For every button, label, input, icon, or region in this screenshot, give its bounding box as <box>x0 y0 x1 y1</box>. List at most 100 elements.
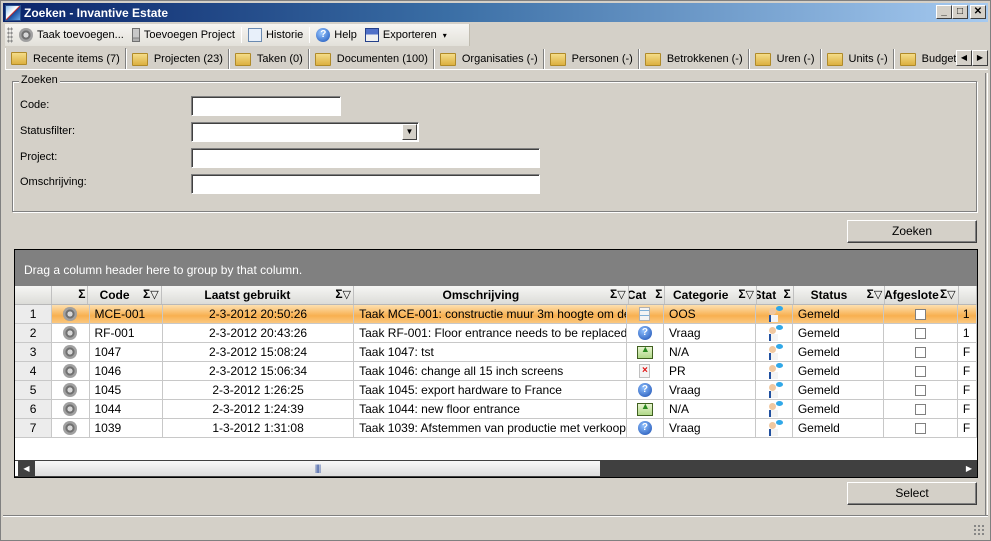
maximize-button[interactable]: □ <box>952 5 968 19</box>
tab-stakeholders[interactable]: Betrokkenen (-) <box>638 49 749 69</box>
group-by-area[interactable]: Drag a column header here to group by th… <box>15 250 977 286</box>
sum-icon[interactable]: Σ <box>738 287 745 301</box>
last-used-cell: 2-3-2012 15:08:24 <box>163 343 355 361</box>
filter-icon[interactable]: ▽ <box>874 289 882 301</box>
help-button[interactable]: ? Help <box>312 25 361 45</box>
table-row[interactable]: 3 10472-3-2012 15:08:24Taak 1047: tst N/A G… <box>15 343 977 362</box>
code-cell: MCE-001 <box>90 305 163 323</box>
tab-organisations[interactable]: Organisaties (-) <box>433 49 544 69</box>
code-cell: 1046 <box>90 362 163 380</box>
tab-label: Betrokkenen (-) <box>666 53 743 65</box>
closed-checkbox[interactable] <box>915 384 927 396</box>
tab-documents[interactable]: Documenten (100) <box>308 49 434 69</box>
folder-upload-icon <box>636 401 653 416</box>
person-folder-icon <box>549 52 566 66</box>
tab-scroll-left-button[interactable]: ◀ <box>956 50 972 66</box>
toolbar-grip-icon[interactable] <box>7 27 13 43</box>
select-button[interactable]: Select <box>847 482 977 505</box>
sum-icon[interactable]: Σ <box>784 287 791 301</box>
window-title: Zoeken - Invantive Estate <box>24 5 169 20</box>
closed-checkbox[interactable] <box>915 327 927 339</box>
scroll-left-icon[interactable]: ◀ <box>15 461 35 476</box>
column-header-stat[interactable]: Stat Σ <box>757 286 794 304</box>
column-header-code[interactable]: Code Σ▽ <box>88 286 162 304</box>
sum-icon[interactable]: Σ <box>335 287 342 301</box>
tab-persons[interactable]: Personen (-) <box>543 49 639 69</box>
status-cell: Gemeld <box>793 419 885 437</box>
gear-icon <box>63 364 78 378</box>
last-used-cell: 2-3-2012 15:06:34 <box>163 362 355 380</box>
sum-icon[interactable]: Σ <box>867 287 874 301</box>
table-row[interactable]: 4 1046 2-3-2012 15:06:34 Taak 1046: change … <box>15 362 977 381</box>
column-header-category[interactable]: Categorie Σ▽ <box>665 286 757 304</box>
scrollbar-thumb[interactable]: |||| <box>35 461 600 476</box>
star-folder-icon <box>11 52 27 65</box>
column-header-type[interactable]: Σ <box>52 286 89 304</box>
code-cell: 1044 <box>90 400 163 418</box>
column-header-cat[interactable]: Cat Σ <box>629 286 666 304</box>
table-row[interactable]: 2 RF-001 2-3-2012 20:43:26 Taak RF-001: Flo… <box>15 324 977 343</box>
closed-checkbox[interactable] <box>915 422 927 434</box>
category-cell: Vraag <box>664 324 756 342</box>
closed-checkbox[interactable] <box>915 346 927 358</box>
minimize-button[interactable]: _ <box>936 5 952 19</box>
omschrijving-input[interactable] <box>191 174 540 194</box>
sum-icon[interactable]: Σ <box>655 287 662 301</box>
table-row[interactable]: 7 1039 1-3-2012 1:31:08 Taak 1039: Afstemme… <box>15 419 977 438</box>
table-row[interactable]: 5 1045 2-3-2012 1:26:25 Taak 1045: export h… <box>15 381 977 400</box>
table-row[interactable]: 6 1044 2-3-2012 1:24:39 Taak 1044: new floo… <box>15 400 977 419</box>
add-task-button[interactable]: Taak toevoegen... <box>15 25 128 45</box>
row-number: 4 <box>15 362 53 380</box>
code-input[interactable] <box>191 96 341 116</box>
filter-icon[interactable]: ▽ <box>617 289 625 301</box>
last-used-cell: 2-3-2012 1:26:25 <box>163 381 355 399</box>
column-header-extra[interactable] <box>959 286 977 304</box>
table-row[interactable]: 1 MCE-001 2-3-2012 20:50:26 Taak MCE-001: c… <box>15 305 977 324</box>
closed-checkbox[interactable] <box>915 308 927 320</box>
filter-icon[interactable]: ▽ <box>947 289 955 301</box>
description-cell: Taak 1045: export hardware to France <box>354 381 627 399</box>
horizontal-scrollbar[interactable]: ◀ |||| ▶ <box>15 460 977 477</box>
column-header-description[interactable]: Omschrijving Σ▽ <box>354 286 629 304</box>
tab-tasks[interactable]: Taken (0) <box>228 49 309 69</box>
cube-icon <box>247 28 262 42</box>
tab-scroll-right-button[interactable]: ▶ <box>972 50 988 66</box>
type-cell <box>52 324 90 342</box>
tab-units[interactable]: Units (-) <box>820 49 894 69</box>
filter-icon[interactable]: ▽ <box>343 289 351 301</box>
tab-hours[interactable]: Uren (-) <box>748 49 821 69</box>
closed-checkbox[interactable] <box>915 403 927 415</box>
sum-icon[interactable]: Σ <box>78 287 85 301</box>
add-project-button[interactable]: Toevoegen Project <box>128 25 239 45</box>
closed-checkbox[interactable] <box>915 365 927 377</box>
column-header-num[interactable] <box>15 286 52 304</box>
note-icon <box>639 307 651 321</box>
status-cell: Gemeld <box>793 362 885 380</box>
closed-cell <box>884 324 958 342</box>
filter-icon[interactable]: ▽ <box>150 289 158 301</box>
closed-cell <box>884 343 958 361</box>
tab-projects[interactable]: Projecten (23) <box>125 49 229 69</box>
statusfilter-select[interactable]: ▼ <box>191 122 419 142</box>
column-header-last_used[interactable]: Laatst gebruikt Σ▽ <box>162 286 355 304</box>
tab-recent-items[interactable]: Recente items (7) <box>5 48 126 69</box>
column-header-closed[interactable]: Afgeslote Σ▽ <box>885 286 959 304</box>
scroll-right-icon[interactable]: ▶ <box>961 464 977 473</box>
export-button[interactable]: Exporteren ▾ <box>361 25 451 45</box>
chat-bubble-icon <box>775 401 783 406</box>
close-button[interactable]: ✕ <box>970 5 986 19</box>
tab-label: Uren (-) <box>776 53 815 65</box>
title-bar[interactable]: Zoeken - Invantive Estate _ □ ✕ <box>3 3 988 22</box>
column-header-label: Code <box>99 288 130 302</box>
history-button[interactable]: Historie <box>244 25 307 45</box>
project-input[interactable] <box>191 148 540 168</box>
statusfilter-label: Statusfilter: <box>20 125 76 137</box>
column-header-status[interactable]: Status Σ▽ <box>794 286 886 304</box>
dropdown-arrow-icon[interactable]: ▼ <box>402 124 417 140</box>
gear-icon <box>63 345 78 359</box>
filter-icon[interactable]: ▽ <box>746 289 754 301</box>
cat-cell <box>627 305 664 323</box>
resize-grip-icon[interactable] <box>973 524 985 536</box>
code-cell: 1047 <box>90 343 163 361</box>
search-button[interactable]: Zoeken <box>847 220 977 243</box>
